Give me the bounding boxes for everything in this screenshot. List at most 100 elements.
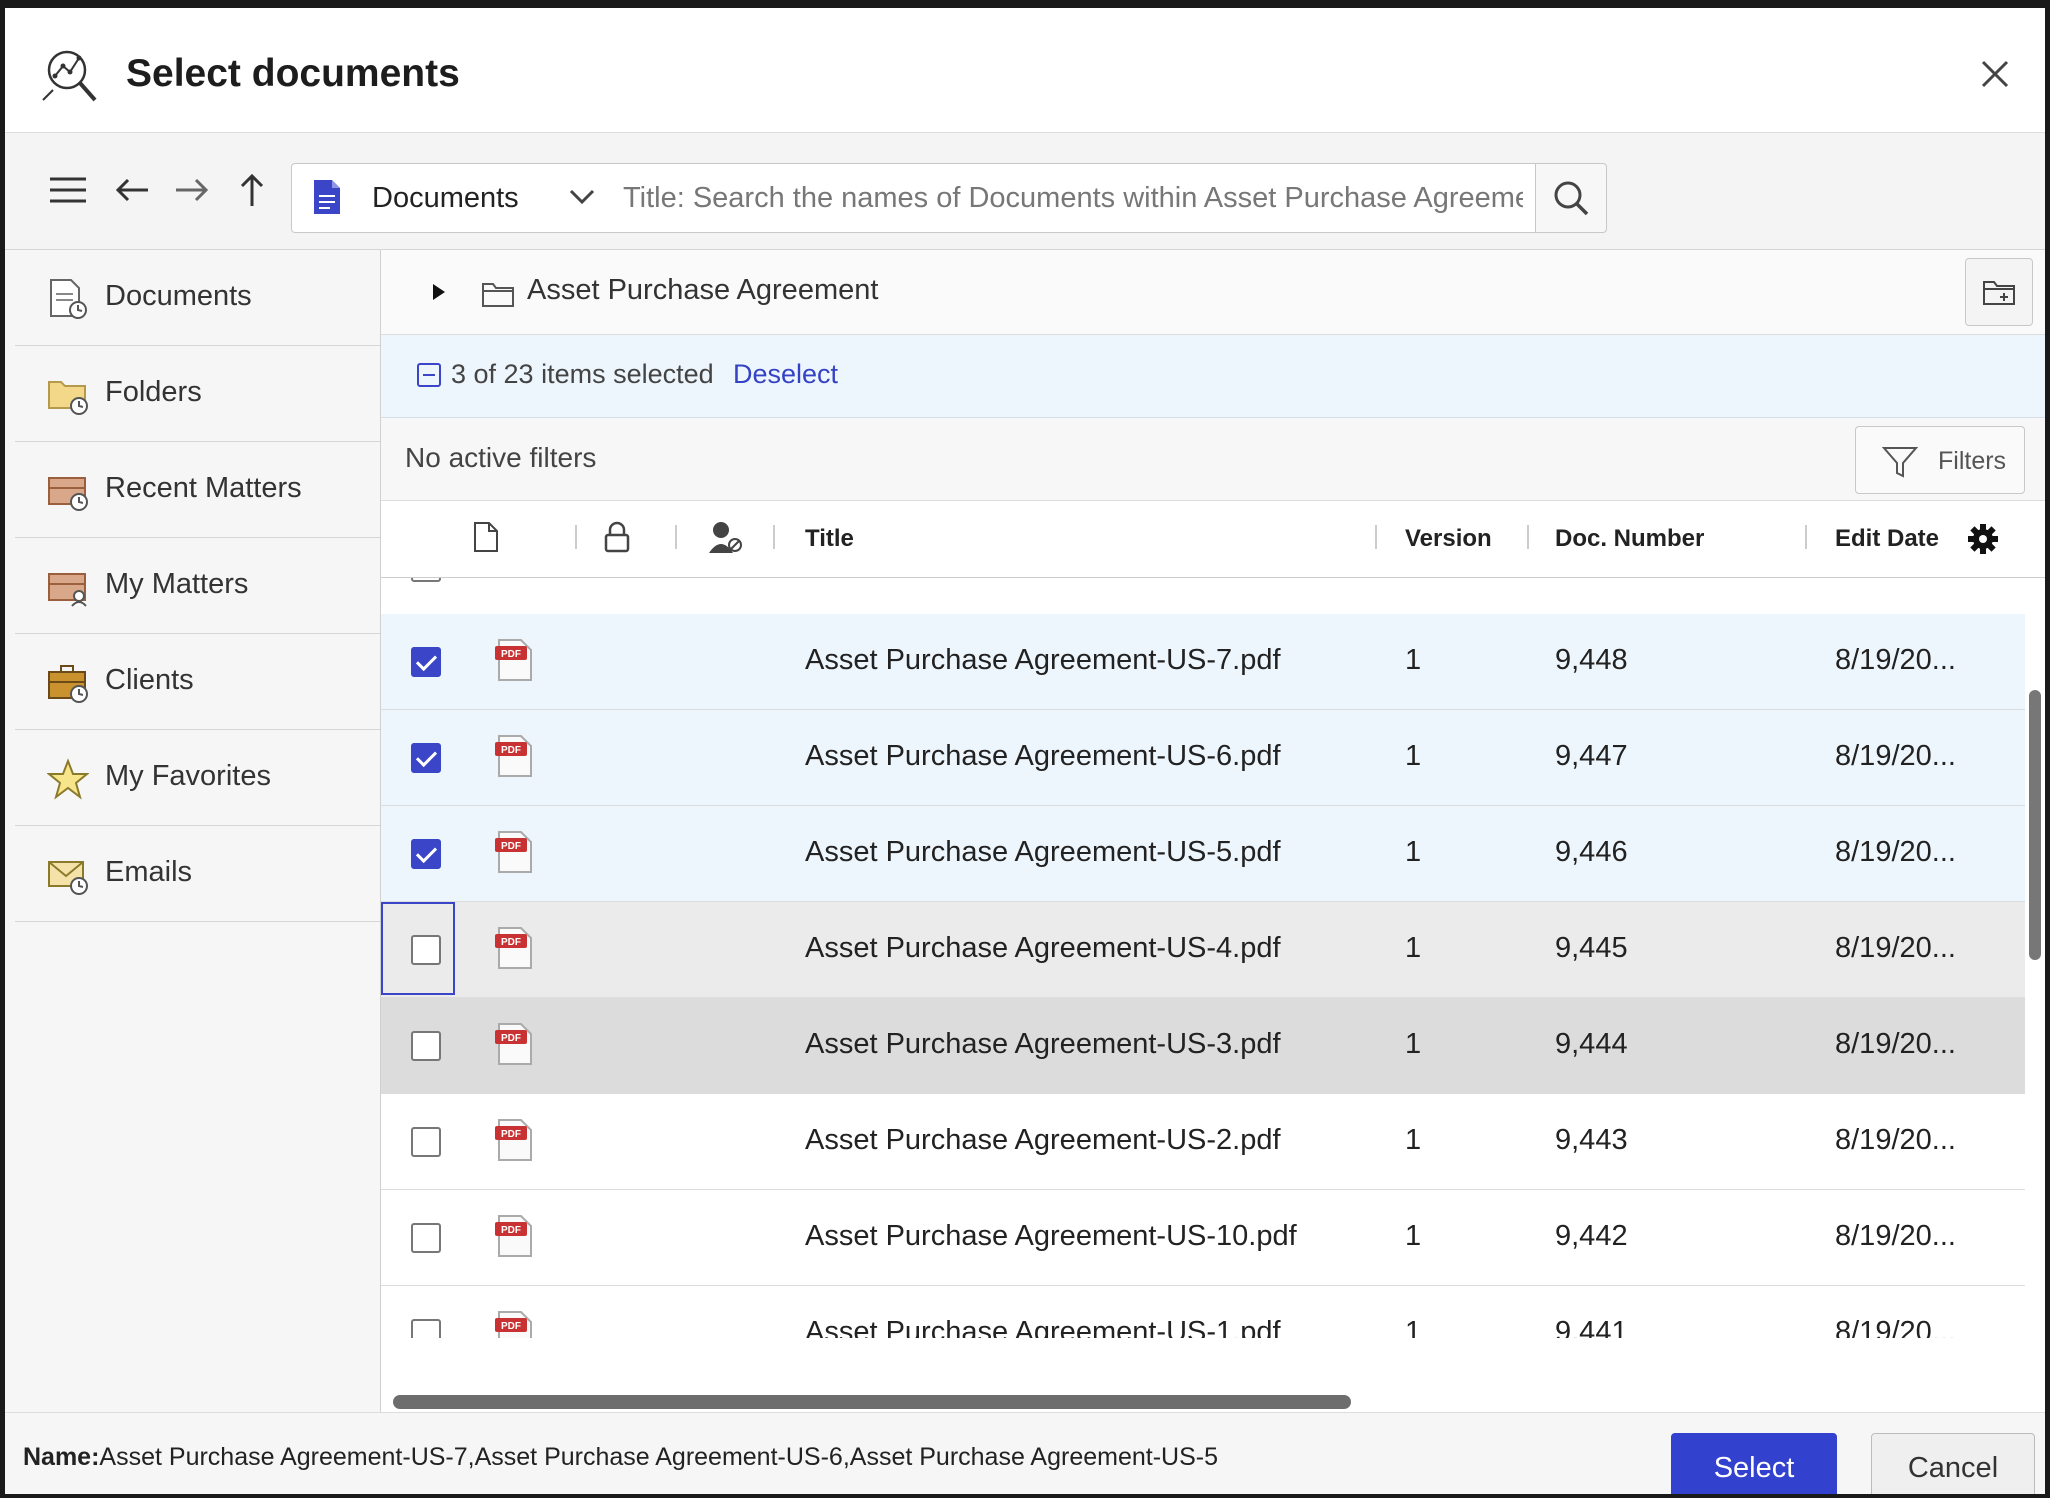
documents-recent-icon: [50, 279, 87, 319]
row-title[interactable]: Asset Purchase Agreement-US-3.pdf: [805, 1028, 1281, 1061]
column-separator[interactable]: [675, 525, 677, 549]
row-doc-number: 9,448: [1555, 644, 1628, 676]
arrow-right-icon: [176, 178, 209, 202]
sidebar-item-my-favorites[interactable]: My Favorites: [15, 730, 380, 826]
pdf-file-icon: PDF: [495, 1119, 532, 1161]
lock-icon[interactable]: [603, 521, 631, 553]
row-checkbox[interactable]: [411, 935, 441, 965]
table-row[interactable]: PDF Asset Purchase Agreement-US-7.pdf 1 …: [381, 614, 2025, 710]
search-input[interactable]: [621, 164, 1525, 232]
row-checkbox[interactable]: [411, 839, 441, 869]
column-header-version[interactable]: Version: [1405, 525, 1492, 553]
close-icon[interactable]: [1975, 54, 2015, 94]
table-row[interactable]: PDF Asset Purchase Agreement-US-10.pdf 1…: [381, 1190, 2025, 1286]
table-row[interactable]: PDF Asset Purchase Agreement-US-6.pdf 1 …: [381, 710, 2025, 806]
folders-recent-icon: [48, 381, 88, 415]
row-title[interactable]: Asset Purchase Agreement-US-1.pdf: [805, 1316, 1281, 1338]
up-button[interactable]: [229, 167, 275, 213]
selection-bar: 3 of 23 items selected Deselect: [381, 335, 2045, 418]
table-row[interactable]: PDF Asset Purchase Agreement-US-5.pdf 1 …: [381, 806, 2025, 902]
column-header-doc-number[interactable]: Doc. Number: [1555, 525, 1704, 553]
row-title[interactable]: Asset Purchase Agreement-US-4.pdf: [805, 932, 1281, 965]
gear-icon[interactable]: [1967, 523, 1999, 555]
select-button[interactable]: Select: [1671, 1433, 1837, 1494]
search-icon: [1554, 181, 1589, 216]
new-folder-icon: [1983, 281, 2015, 305]
sidebar-item-my-matters[interactable]: My Matters: [15, 538, 380, 634]
sidebar: Documents Folders Recent Matters My Matt…: [5, 250, 381, 1412]
sidebar-item-label: Recent Matters: [105, 472, 302, 504]
column-separator[interactable]: [1805, 525, 1807, 549]
new-folder-button[interactable]: [1965, 258, 2033, 326]
sidebar-item-recent-matters[interactable]: Recent Matters: [15, 442, 380, 538]
row-title[interactable]: Asset Purchase Agreement-US-7.pdf: [805, 644, 1281, 677]
row-version: 1: [1405, 1220, 1422, 1252]
column-separator[interactable]: [1375, 525, 1377, 549]
hamburger-menu-icon: [50, 177, 86, 203]
sidebar-item-clients[interactable]: Clients: [15, 634, 380, 730]
sidebar-item-label: My Matters: [105, 568, 249, 600]
table-row[interactable]: PDF Asset Purchase Agreement-US-1.pdf 1 …: [381, 1286, 2025, 1338]
row-doc-number: 9,447: [1555, 740, 1628, 772]
svg-text:PDF: PDF: [501, 1321, 521, 1332]
row-title[interactable]: Asset Purchase Agreement-US-2.pdf: [805, 1124, 1281, 1157]
sidebar-item-documents[interactable]: Documents: [15, 250, 380, 346]
table-row[interactable]: PDF Asset Purchase Agreement-US-4.pdf 1 …: [381, 902, 2025, 998]
pdf-file-icon: PDF: [495, 831, 532, 873]
row-doc-number: 9,445: [1555, 932, 1628, 964]
row-checkbox[interactable]: [411, 1031, 441, 1061]
search-button[interactable]: [1535, 163, 1607, 233]
horizontal-scrollbar[interactable]: [393, 1395, 1351, 1409]
row-title[interactable]: Asset Purchase Agreement-US-5.pdf: [805, 836, 1281, 869]
row-checkbox[interactable]: [411, 647, 441, 677]
name-label: Name:: [23, 1443, 100, 1471]
row-checkbox[interactable]: [411, 1319, 441, 1338]
row-version: 1: [1405, 644, 1422, 676]
row-checkbox[interactable]: [411, 1223, 441, 1253]
column-separator[interactable]: [1527, 525, 1529, 549]
row-checkbox[interactable]: [411, 743, 441, 773]
sidebar-item-emails[interactable]: Emails: [15, 826, 380, 922]
deselect-link[interactable]: Deselect: [733, 359, 838, 390]
folder-icon: [482, 283, 514, 307]
pdf-file-icon: PDF: [495, 927, 532, 969]
table-row[interactable]: PDF Asset Purchase Agreement-US-2.pdf 1 …: [381, 1094, 2025, 1190]
row-version: 1: [1405, 836, 1422, 868]
cancel-button[interactable]: Cancel: [1871, 1433, 2035, 1494]
dropdown-label: Documents: [372, 182, 519, 214]
row-version: 1: [1405, 1124, 1422, 1156]
row-title[interactable]: Asset Purchase Agreement-US-6.pdf: [805, 740, 1281, 773]
sidebar-item-folders[interactable]: Folders: [15, 346, 380, 442]
sidebar-item-label: Folders: [105, 376, 202, 408]
vertical-scrollbar[interactable]: [2029, 690, 2041, 960]
select-all-checkbox[interactable]: [417, 363, 441, 387]
back-button[interactable]: [109, 167, 155, 213]
location-dropdown[interactable]: Documents: [291, 163, 611, 233]
menu-button[interactable]: [45, 167, 91, 213]
clients-icon: [48, 665, 88, 703]
row-checkbox[interactable]: [411, 578, 441, 582]
row-doc-number: 9,442: [1555, 1220, 1628, 1252]
search-box: [609, 163, 1536, 233]
breadcrumb-label[interactable]: Asset Purchase Agreement: [527, 274, 878, 307]
table-row[interactable]: [381, 578, 2025, 615]
column-header-title[interactable]: Title: [805, 525, 854, 553]
checked-out-user-icon[interactable]: [707, 519, 743, 555]
filters-button[interactable]: Filters: [1855, 426, 2025, 494]
forward-button[interactable]: [169, 167, 215, 213]
table-header: Title Version Doc. Number Edit Date: [381, 501, 2045, 578]
caret-right-icon[interactable]: [429, 278, 449, 306]
row-checkbox[interactable]: [411, 1127, 441, 1157]
table-row[interactable]: PDF Asset Purchase Agreement-US-3.pdf 1 …: [381, 998, 2025, 1094]
column-separator[interactable]: [575, 525, 577, 549]
svg-text:PDF: PDF: [501, 1129, 521, 1140]
column-header-edit-date[interactable]: Edit Date: [1835, 525, 1939, 553]
column-separator[interactable]: [773, 525, 775, 549]
sidebar-item-label: My Favorites: [105, 760, 271, 792]
row-edit-date: 8/19/20...: [1835, 1124, 1956, 1156]
row-title[interactable]: Asset Purchase Agreement-US-10.pdf: [805, 1220, 1297, 1253]
document-column-icon[interactable]: [473, 521, 499, 553]
select-documents-dialog: Select documents Documents Title: Search…: [5, 8, 2045, 1494]
pdf-file-icon: PDF: [495, 735, 532, 777]
sidebar-item-label: Documents: [105, 280, 252, 312]
